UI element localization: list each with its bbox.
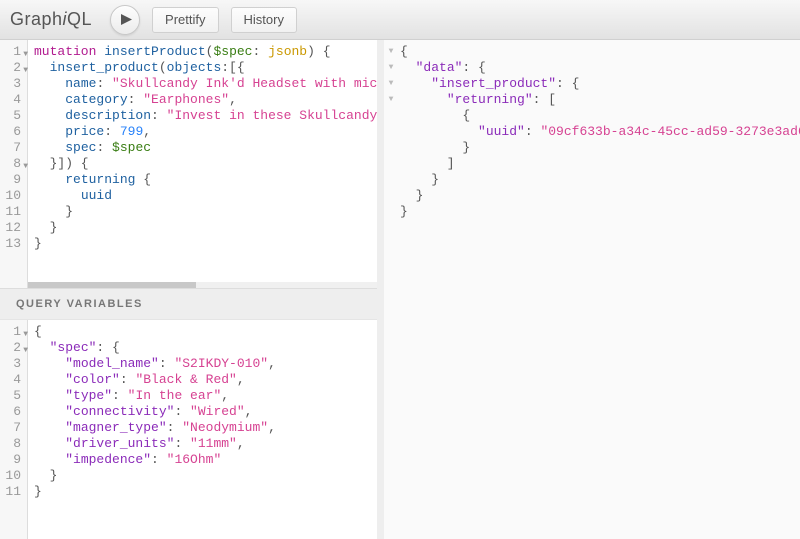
scrollbar-thumb[interactable] — [28, 282, 196, 288]
main-area: 1▼2▼345678▼910111213 mutation insertProd… — [0, 40, 800, 539]
editor-panel: 1▼2▼345678▼910111213 mutation insertProd… — [0, 40, 384, 539]
app-logo: GraphiQL — [10, 9, 92, 30]
toolbar: GraphiQL Prettify History — [0, 0, 800, 40]
vars-code[interactable]: { "spec": { "model_name": "S2IKDY-010", … — [28, 320, 377, 539]
vars-gutter: 1▼2▼34567891011 — [0, 320, 28, 539]
play-icon — [121, 14, 132, 25]
variables-editor[interactable]: 1▼2▼34567891011 { "spec": { "model_name"… — [0, 320, 377, 539]
horizontal-scrollbar[interactable] — [28, 282, 377, 288]
query-variables-header[interactable]: QUERY VARIABLES — [0, 288, 377, 320]
logo-text: Graph — [10, 9, 63, 29]
prettify-button[interactable]: Prettify — [152, 7, 218, 33]
execute-button[interactable] — [110, 5, 140, 35]
result-gutter: ▼▼▼▼ — [384, 44, 398, 220]
result-panel: ▼▼▼▼ { "data": { "insert_product": { "re… — [384, 40, 800, 539]
logo-text-suffix: QL — [67, 9, 92, 29]
query-code[interactable]: mutation insertProduct($spec: jsonb) { i… — [28, 40, 377, 288]
result-code: { "data": { "insert_product": { "returni… — [398, 44, 800, 220]
history-button[interactable]: History — [231, 7, 297, 33]
query-gutter: 1▼2▼345678▼910111213 — [0, 40, 28, 288]
query-editor[interactable]: 1▼2▼345678▼910111213 mutation insertProd… — [0, 40, 377, 288]
